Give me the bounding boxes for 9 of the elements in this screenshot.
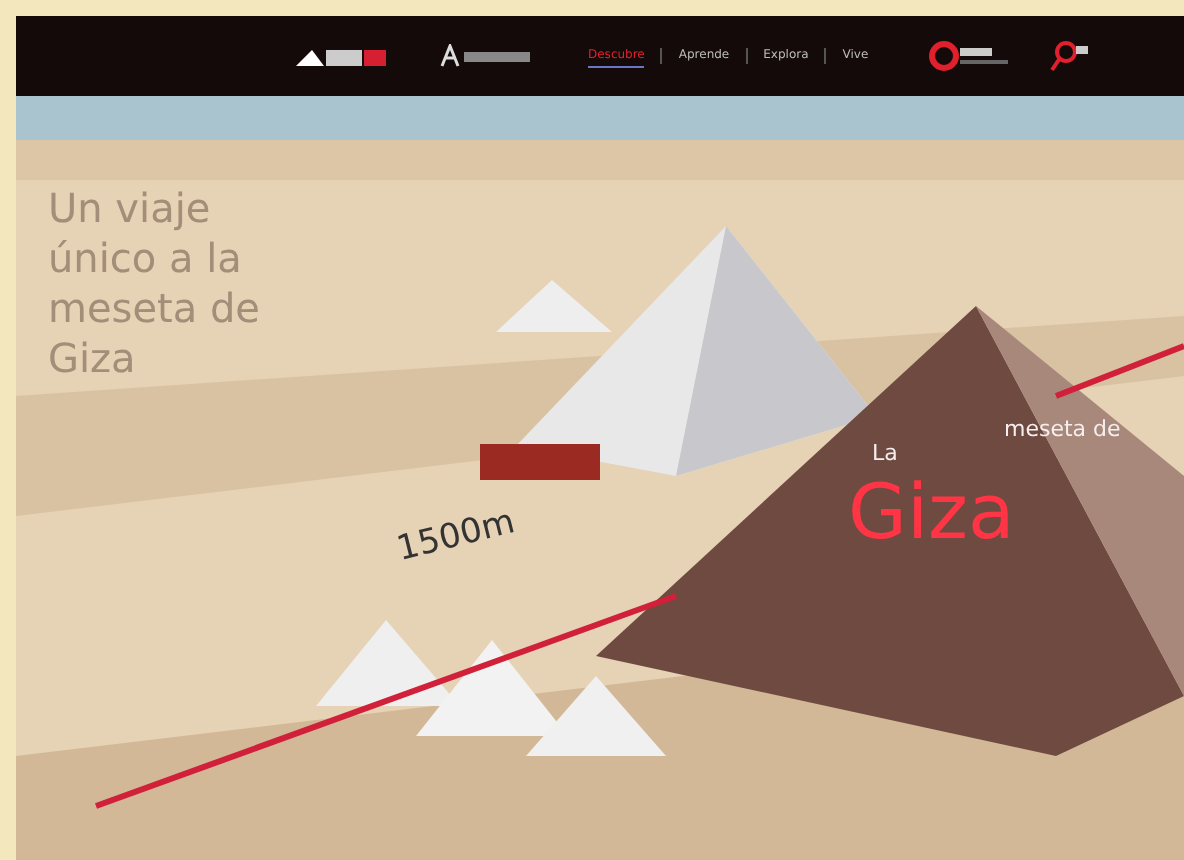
map-label: La bbox=[872, 440, 898, 466]
map-label: Giza bbox=[848, 468, 1015, 556]
logo-icon[interactable] bbox=[296, 44, 388, 68]
distance-label: 1500m bbox=[392, 502, 519, 570]
search-icon[interactable] bbox=[1048, 40, 1089, 72]
map-label: meseta de bbox=[1004, 416, 1121, 442]
hero-heading: Un viaje único a la meseta de Giza bbox=[48, 184, 262, 384]
circle-icon[interactable] bbox=[928, 40, 1013, 72]
brand-icon[interactable] bbox=[436, 44, 532, 68]
